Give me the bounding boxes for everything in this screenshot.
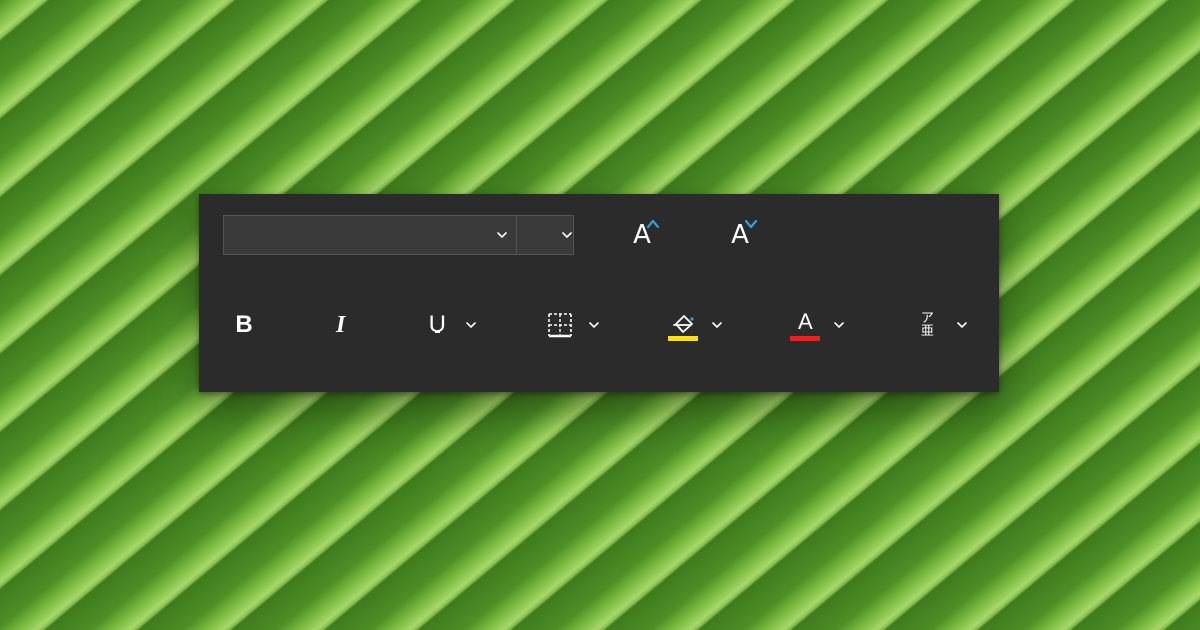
fill-color-button[interactable] (662, 303, 704, 347)
font-toolbar-row-2: B I U (223, 302, 975, 348)
chevron-down-icon (561, 229, 573, 241)
italic-button[interactable]: I (320, 303, 362, 347)
font-color-button[interactable]: A (784, 303, 826, 347)
font-color-dropdown-button[interactable] (826, 303, 852, 347)
font-name-combo[interactable] (223, 215, 517, 255)
bold-button[interactable]: B (223, 303, 265, 347)
phonetic-guide-dropdown-button[interactable] (949, 303, 975, 347)
fill-color-swatch (668, 336, 698, 341)
font-name-dropdown-button[interactable] (488, 216, 516, 254)
borders-button[interactable] (539, 303, 581, 347)
font-color-icon: A (798, 311, 813, 333)
font-name-input[interactable] (224, 216, 488, 254)
caret-up-icon (646, 219, 660, 229)
borders-dropdown-button[interactable] (581, 303, 607, 347)
font-toolbar-row-1: A A (223, 212, 975, 258)
caret-down-icon (744, 219, 758, 229)
font-size-dropdown-button[interactable] (561, 216, 573, 254)
chevron-down-icon (833, 319, 845, 331)
italic-icon: I (336, 312, 345, 339)
phonetic-guide-split-button: ア 亜 (907, 303, 975, 347)
fill-color-split-button (662, 303, 730, 347)
chevron-down-icon (956, 319, 968, 331)
chevron-down-icon (465, 319, 477, 331)
underline-icon: U (429, 311, 446, 339)
phonetic-guide-icon: ア 亜 (921, 312, 935, 338)
borders-icon (547, 312, 573, 338)
underline-dropdown-button[interactable] (458, 303, 484, 347)
grow-font-button[interactable]: A (606, 215, 678, 255)
underline-split-button: U (416, 303, 484, 347)
chevron-down-icon (496, 229, 508, 241)
font-size-combo[interactable] (516, 215, 574, 255)
chevron-down-icon (711, 319, 723, 331)
chevron-down-icon (588, 319, 600, 331)
shrink-font-button[interactable]: A (704, 215, 776, 255)
bold-icon: B (235, 311, 252, 339)
font-size-input[interactable] (517, 216, 561, 254)
phonetic-guide-button[interactable]: ア 亜 (907, 303, 949, 347)
fill-color-dropdown-button[interactable] (704, 303, 730, 347)
borders-split-button (539, 303, 607, 347)
font-toolbar: A A B I U (199, 194, 999, 392)
paint-bucket-icon (670, 312, 696, 338)
font-color-split-button: A (784, 303, 852, 347)
underline-button[interactable]: U (416, 303, 458, 347)
font-color-swatch (790, 336, 820, 341)
